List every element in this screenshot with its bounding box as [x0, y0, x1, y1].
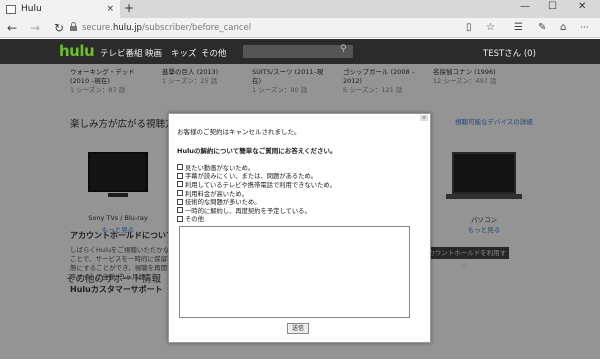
hub-icon[interactable]: ☰	[514, 20, 523, 36]
comment-textarea[interactable]	[179, 226, 410, 318]
checkbox[interactable]	[177, 190, 183, 197]
minimize-icon[interactable]: —	[520, 1, 530, 12]
reason-option[interactable]: 技術的な問題が多いため。	[177, 197, 336, 206]
reason-option[interactable]: 利用料金が高いため。	[177, 189, 336, 198]
reason-option[interactable]: 見たい動画がないため。	[177, 163, 336, 172]
submit-button[interactable]: 送信	[287, 323, 309, 334]
search-input[interactable]	[243, 45, 353, 58]
browser-tabbar: Hulu × + — ☐ ✕	[0, 0, 600, 18]
browser-navbar: ← → ↻ secure.hulu.jp/subscriber/before_c…	[0, 18, 600, 38]
tab-close-icon[interactable]: ×	[106, 4, 114, 14]
window-close-icon[interactable]: ✕	[578, 1, 586, 12]
checkbox[interactable]	[177, 172, 183, 179]
browser-tab[interactable]: Hulu ×	[0, 0, 120, 18]
tab-title: Hulu	[21, 4, 42, 14]
favorite-star-icon[interactable]: ☆	[486, 20, 495, 36]
reason-option[interactable]: 利用しているテレビや携帯電話で利用できないため。	[177, 180, 336, 189]
checkbox[interactable]	[177, 207, 183, 214]
reason-option[interactable]: 一時的に解約し、再度契約を予定している。	[177, 206, 336, 215]
share-icon[interactable]: ⌂	[560, 20, 566, 36]
user-menu[interactable]: TESTさん (0)	[483, 47, 536, 59]
web-note-icon[interactable]: ✎	[538, 20, 546, 36]
checkbox[interactable]	[177, 215, 183, 222]
dialog-question: Huluの解約について簡単なご質問にお答えください。	[177, 147, 337, 155]
nav-tv[interactable]: テレビ番組	[100, 47, 143, 59]
dialog-close-icon[interactable]: ×	[420, 115, 428, 121]
new-tab-icon[interactable]: +	[124, 1, 134, 15]
address-bar[interactable]: secure.hulu.jp/subscriber/before_cancel	[82, 21, 251, 35]
nav-kids[interactable]: キッズ	[171, 47, 197, 59]
checkbox[interactable]	[177, 198, 183, 205]
reason-option[interactable]: その他	[177, 215, 336, 223]
forward-icon[interactable]: →	[30, 20, 40, 36]
refresh-icon[interactable]: ↻	[54, 20, 64, 36]
page-icon	[6, 4, 16, 14]
maximize-icon[interactable]: ☐	[548, 1, 557, 12]
lock-icon	[70, 22, 77, 31]
checkbox[interactable]	[177, 181, 183, 188]
dialog-heading: お客様のご契約はキャンセルされました。	[177, 128, 301, 136]
reason-option[interactable]: 字幕が読みにくい、または、問題があるため。	[177, 172, 336, 180]
reason-options: 見たい動画がないため。 字幕が読みにくい、または、問題があるため。 利用している…	[177, 163, 336, 223]
site-header: hulu テレビ番組 映画 キッズ その他 ⚲ TESTさん (0)	[0, 39, 600, 64]
nav-movies[interactable]: 映画	[145, 47, 162, 59]
cancel-survey-dialog: × お客様のご契約はキャンセルされました。 Huluの解約について簡単なご質問に…	[168, 113, 431, 343]
nav-other[interactable]: その他	[201, 47, 227, 59]
search-icon[interactable]: ⚲	[340, 44, 347, 54]
hulu-logo[interactable]: hulu	[59, 42, 95, 60]
reading-view-icon[interactable]: ▯	[466, 20, 472, 36]
back-icon[interactable]: ←	[7, 20, 17, 36]
checkbox[interactable]	[177, 164, 183, 171]
more-icon[interactable]: ···	[580, 20, 589, 36]
